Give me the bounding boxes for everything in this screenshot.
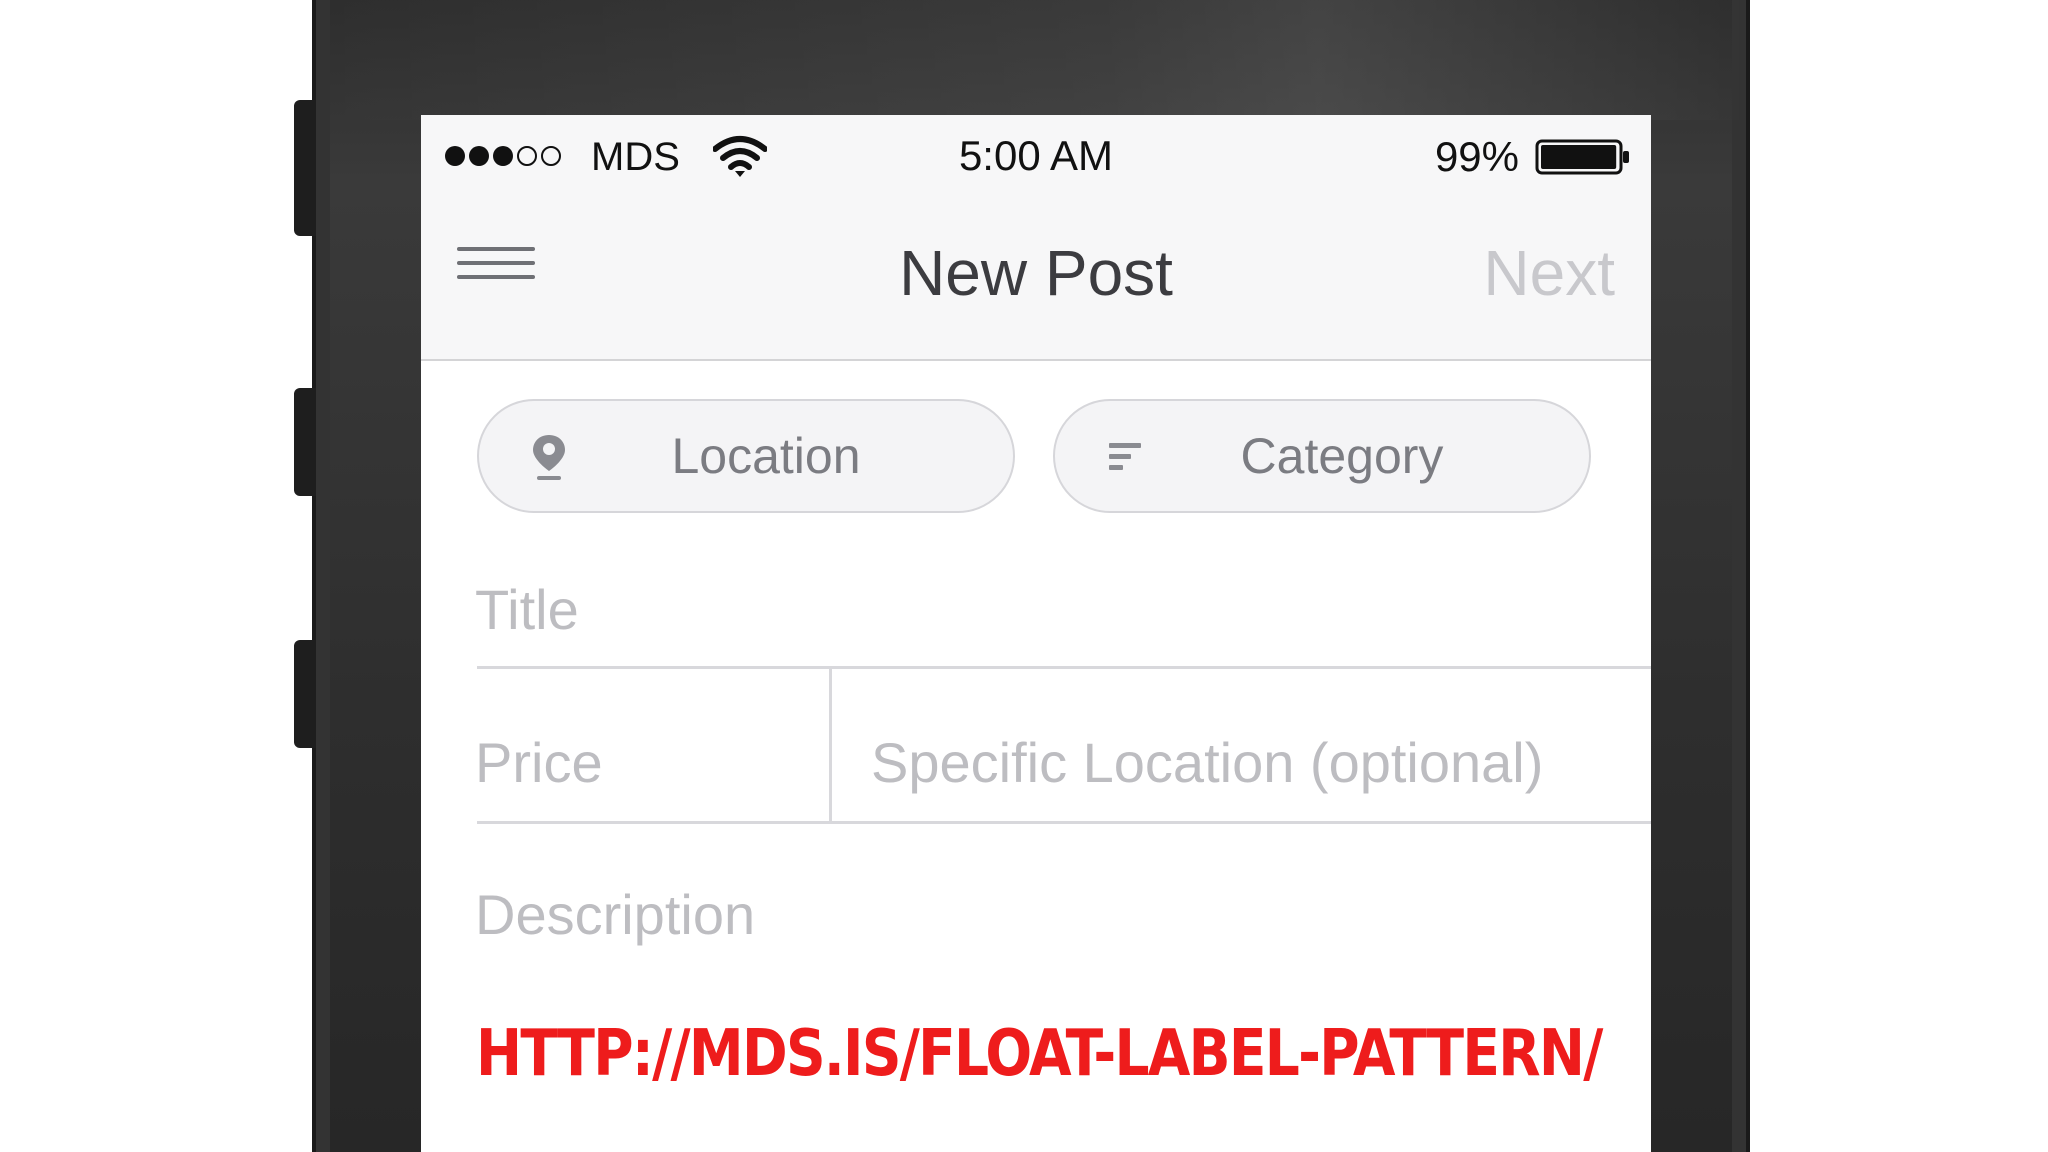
signal-dot	[469, 146, 489, 166]
menu-line	[457, 275, 535, 279]
next-button[interactable]: Next	[1483, 235, 1615, 311]
category-button-label: Category	[1240, 428, 1444, 484]
menu-line	[457, 261, 535, 265]
description-placeholder: Description	[475, 883, 756, 946]
location-button-label: Location	[671, 428, 861, 484]
location-button[interactable]: Location	[477, 399, 1015, 513]
signal-strength-icon	[445, 141, 561, 171]
price-placeholder: Price	[475, 731, 603, 794]
signal-dot	[517, 146, 537, 166]
signal-dot	[541, 146, 561, 166]
mute-switch	[294, 100, 316, 236]
title-placeholder: Title	[475, 578, 579, 641]
divider	[477, 666, 1651, 669]
carrier-name: MDS	[591, 135, 680, 179]
category-button[interactable]: Category	[1053, 399, 1591, 513]
volume-up-button	[294, 388, 316, 496]
divider	[829, 668, 832, 823]
divider	[477, 821, 1651, 824]
navigation-bar: New Post Next	[421, 195, 1651, 361]
wifi-icon	[713, 136, 767, 177]
signal-dot	[445, 146, 465, 166]
hamburger-menu-icon[interactable]	[457, 247, 537, 297]
phone-screen: MDS 5:00 AM 99% New Post Next Location C…	[421, 115, 1651, 1152]
phone-frame-highlight	[312, 0, 1750, 120]
slide-stage: MDS 5:00 AM 99% New Post Next Location C…	[0, 0, 2048, 1152]
signal-dot	[493, 146, 513, 166]
volume-down-button	[294, 640, 316, 748]
menu-line	[457, 247, 535, 251]
battery-percentage: 99%	[1434, 133, 1519, 180]
specific-location-placeholder: Specific Location (optional)	[871, 731, 1544, 794]
specific-location-input[interactable]: Specific Location (optional)	[871, 731, 1631, 821]
page-title: New Post	[899, 237, 1173, 309]
battery-icon	[1535, 139, 1629, 175]
status-bar: MDS 5:00 AM 99%	[421, 115, 1651, 195]
caption-url: HTTP://MDS.IS/FLOAT-LABEL-PATTERN/	[476, 1017, 1603, 1091]
description-input[interactable]: Description	[475, 883, 1635, 973]
title-input[interactable]: Title	[475, 578, 1635, 668]
price-input[interactable]: Price	[475, 731, 815, 821]
